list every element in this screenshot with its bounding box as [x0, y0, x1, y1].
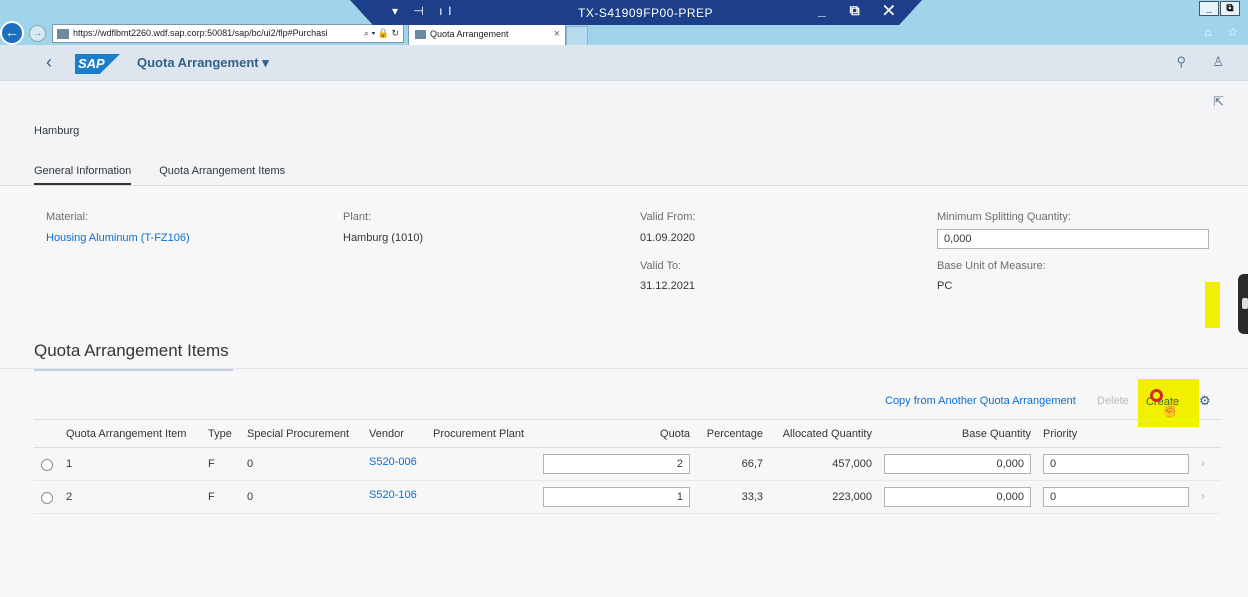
restore-button[interactable]: ⧉: [1220, 1, 1240, 16]
address-controls[interactable]: ⌕ ▾ 🔒 ↻: [364, 25, 399, 42]
material-link[interactable]: Housing Aluminum (T-FZ106): [46, 232, 190, 244]
new-tab-button[interactable]: [566, 26, 588, 45]
col-percentage: Percentage: [706, 428, 763, 440]
back-chevron-icon[interactable]: ‹: [46, 52, 52, 73]
row-navigation-chevron-icon[interactable]: ›: [1201, 489, 1205, 503]
shell-header: ‹ SAP Quota Arrangement ▾ ⚲ ♙: [0, 45, 1248, 81]
valid-to-label: Valid To:: [640, 260, 682, 272]
quota-input[interactable]: 2: [543, 454, 690, 474]
remote-bar-icons[interactable]: ▾ ⊣ ıl: [392, 4, 457, 18]
plant-value: Hamburg (1010): [343, 232, 424, 244]
share-icon[interactable]: ⇱: [1213, 94, 1224, 110]
cell-vendor-link[interactable]: S520-006: [369, 456, 417, 468]
col-item: Quota Arrangement Item: [66, 428, 187, 440]
remote-window-controls[interactable]: _ ⧉ ✕: [818, 2, 904, 19]
annotation-marker: [1205, 282, 1220, 328]
priority-input[interactable]: 0: [1043, 454, 1189, 474]
min-split-input[interactable]: 0,000: [937, 229, 1209, 249]
material-label: Material:: [46, 211, 89, 223]
browser-back-button[interactable]: ←: [0, 21, 24, 45]
remote-session-title: TX-S41909FP00-PREP: [578, 6, 714, 20]
row-navigation-chevron-icon[interactable]: ›: [1201, 456, 1205, 470]
quota-input[interactable]: 1: [543, 487, 690, 507]
delete-button[interactable]: Delete: [1097, 395, 1129, 407]
table-row[interactable]: 1 F 0 S520-006 2 66,7 457,000 0,000 0 ›: [34, 448, 1221, 481]
cell-allocated-quantity: 223,000: [832, 491, 872, 503]
cell-percentage: 33,3: [741, 491, 763, 503]
cell-special-procurement: 0: [247, 458, 254, 470]
row-select-radio[interactable]: [41, 492, 53, 504]
uom-value: PC: [937, 280, 953, 292]
address-bar[interactable]: https://wdflbmt2260.wdf.sap.corp:50081/s…: [52, 24, 404, 43]
cell-type: F: [208, 458, 215, 470]
cell-item: 1: [66, 458, 73, 470]
valid-from-value: 01.09.2020: [640, 232, 696, 244]
base-quantity-input[interactable]: 0,000: [884, 487, 1031, 507]
base-quantity-input[interactable]: 0,000: [884, 454, 1031, 474]
col-type: Type: [208, 428, 232, 440]
tab-title: Quota Arrangement: [430, 29, 509, 39]
remote-session-bar: ▾ ⊣ ıl TX-S41909FP00-PREP _ ⧉ ✕: [350, 0, 922, 25]
side-panel-handle[interactable]: [1238, 274, 1248, 334]
browser-forward-button[interactable]: →: [29, 25, 46, 42]
col-base-quantity: Base Quantity: [961, 428, 1031, 440]
table-header: Quota Arrangement Item Type Special Proc…: [34, 419, 1221, 448]
uom-label: Base Unit of Measure:: [937, 260, 1046, 272]
copy-from-another-button[interactable]: Copy from Another Quota Arrangement: [885, 395, 1076, 407]
valid-from-label: Valid From:: [640, 211, 696, 223]
table-row[interactable]: 2 F 0 S520-106 1 33,3 223,000 0,000 0 ›: [34, 481, 1221, 514]
object-page-header: ⇱ Hamburg General Information Quota Arra…: [0, 82, 1248, 186]
items-section-title: Quota Arrangement Items: [34, 341, 233, 371]
col-quota: Quota: [660, 428, 690, 440]
tab-page-icon: [415, 30, 426, 40]
col-procurement-plant: Procurement Plant: [433, 428, 525, 440]
object-title: Hamburg: [34, 125, 80, 137]
cell-item: 2: [66, 491, 73, 503]
minimize-button[interactable]: _: [1199, 1, 1219, 16]
cell-vendor-link[interactable]: S520-106: [369, 489, 417, 501]
hand-cursor-icon: ☝: [1160, 401, 1180, 418]
anchor-bar: General Information Quota Arrangement It…: [34, 165, 285, 185]
window-controls: _ ⧉: [1199, 1, 1240, 16]
cell-percentage: 66,7: [741, 458, 763, 470]
page-icon: [57, 28, 69, 39]
page-content: Material: Housing Aluminum (T-FZ106) Pla…: [0, 187, 1248, 597]
priority-input[interactable]: 0: [1043, 487, 1189, 507]
cell-type: F: [208, 491, 215, 503]
cell-allocated-quantity: 457,000: [832, 458, 872, 470]
app-title-menu[interactable]: Quota Arrangement ▾: [137, 55, 269, 71]
tab-general-information[interactable]: General Information: [34, 165, 132, 185]
col-priority: Priority: [1043, 428, 1078, 440]
section-divider: [0, 368, 1248, 369]
col-special-procurement: Special Procurement: [247, 428, 350, 440]
sap-logo[interactable]: SAP: [75, 54, 120, 74]
row-select-radio[interactable]: [41, 459, 53, 471]
browser-tab[interactable]: Quota Arrangement ×: [408, 24, 566, 45]
home-favorites-icons[interactable]: ⌂ ☆: [1205, 25, 1244, 39]
browser-bar: ← → https://wdflbmt2260.wdf.sap.corp:500…: [0, 0, 1248, 45]
search-icon[interactable]: ⚲: [1176, 54, 1186, 70]
col-vendor: Vendor: [369, 428, 404, 440]
user-icon[interactable]: ♙: [1212, 54, 1224, 70]
address-url: https://wdflbmt2260.wdf.sap.corp:50081/s…: [73, 28, 328, 38]
plant-label: Plant:: [343, 211, 372, 223]
tab-quota-arrangement-items[interactable]: Quota Arrangement Items: [159, 165, 285, 185]
col-allocated-quantity: Allocated Quantity: [782, 428, 872, 440]
settings-gear-icon[interactable]: ⚙: [1199, 393, 1211, 409]
valid-to-value: 31.12.2021: [640, 280, 696, 292]
cell-special-procurement: 0: [247, 491, 254, 503]
min-split-label: Minimum Splitting Quantity:: [937, 211, 1071, 223]
tab-close-icon[interactable]: ×: [554, 25, 560, 44]
